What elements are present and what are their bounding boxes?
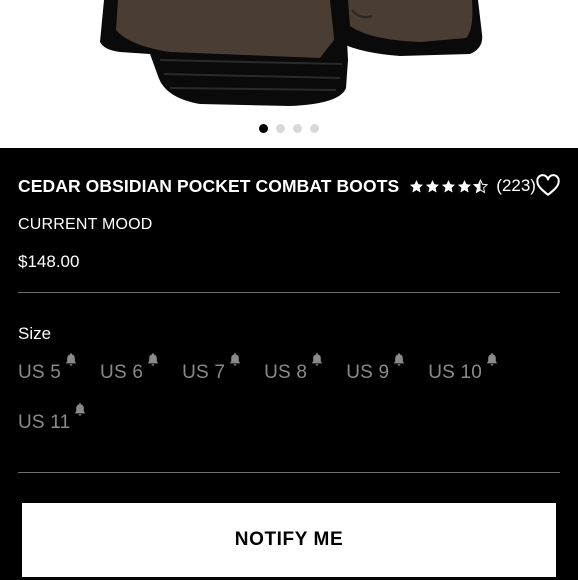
- size-option[interactable]: US 10: [428, 352, 499, 384]
- size-option[interactable]: US 7: [182, 352, 242, 384]
- size-option[interactable]: US 5: [18, 352, 78, 384]
- product-image-area[interactable]: [0, 0, 578, 148]
- product-rating[interactable]: (223): [409, 176, 536, 196]
- carousel-dot[interactable]: [310, 124, 319, 133]
- divider: [18, 292, 560, 293]
- bell-icon: [75, 403, 86, 416]
- carousel-dot[interactable]: [259, 124, 268, 133]
- carousel-pagination: [0, 124, 578, 133]
- bell-icon: [148, 353, 159, 366]
- star-icon: [442, 179, 456, 192]
- size-option-label: US 9: [346, 362, 390, 383]
- product-header: CEDAR OBSIDIAN POCKET COMBAT BOOTS (223): [18, 172, 560, 200]
- size-label: Size: [18, 324, 52, 343]
- review-count[interactable]: (223): [496, 176, 536, 196]
- size-option-label: US 7: [182, 362, 226, 383]
- heart-outline-icon[interactable]: [536, 174, 560, 198]
- size-option-label: US 6: [100, 362, 144, 383]
- star-icon: [426, 179, 440, 192]
- bell-icon: [312, 353, 323, 366]
- size-option-label: US 8: [264, 362, 308, 383]
- star-icon: [458, 179, 472, 192]
- bell-icon: [230, 353, 241, 366]
- bell-icon: [487, 353, 498, 366]
- divider: [18, 472, 560, 473]
- rating-stars: [409, 178, 489, 194]
- size-selector: US 5 US 6 US 7 US 8 US 9 US 10 US 11: [18, 352, 558, 434]
- size-option[interactable]: US 8: [264, 352, 324, 384]
- product-price: $148.00: [18, 252, 80, 271]
- notify-me-button[interactable]: NOTIFY ME: [22, 503, 556, 577]
- star-icon: [410, 179, 424, 192]
- carousel-dot[interactable]: [293, 124, 302, 133]
- carousel-dot[interactable]: [276, 124, 285, 133]
- size-option[interactable]: US 11: [18, 402, 87, 434]
- size-option-label: US 11: [18, 412, 71, 433]
- star-half-icon: [473, 178, 489, 193]
- brand-name[interactable]: CURRENT MOOD: [18, 216, 153, 234]
- size-option[interactable]: US 9: [346, 352, 406, 384]
- product-title: CEDAR OBSIDIAN POCKET COMBAT BOOTS: [18, 175, 400, 196]
- size-option-label: US 5: [18, 362, 62, 383]
- bell-icon: [66, 353, 77, 366]
- size-option[interactable]: US 6: [100, 352, 160, 384]
- bell-icon: [394, 353, 405, 366]
- size-option-label: US 10: [428, 362, 483, 383]
